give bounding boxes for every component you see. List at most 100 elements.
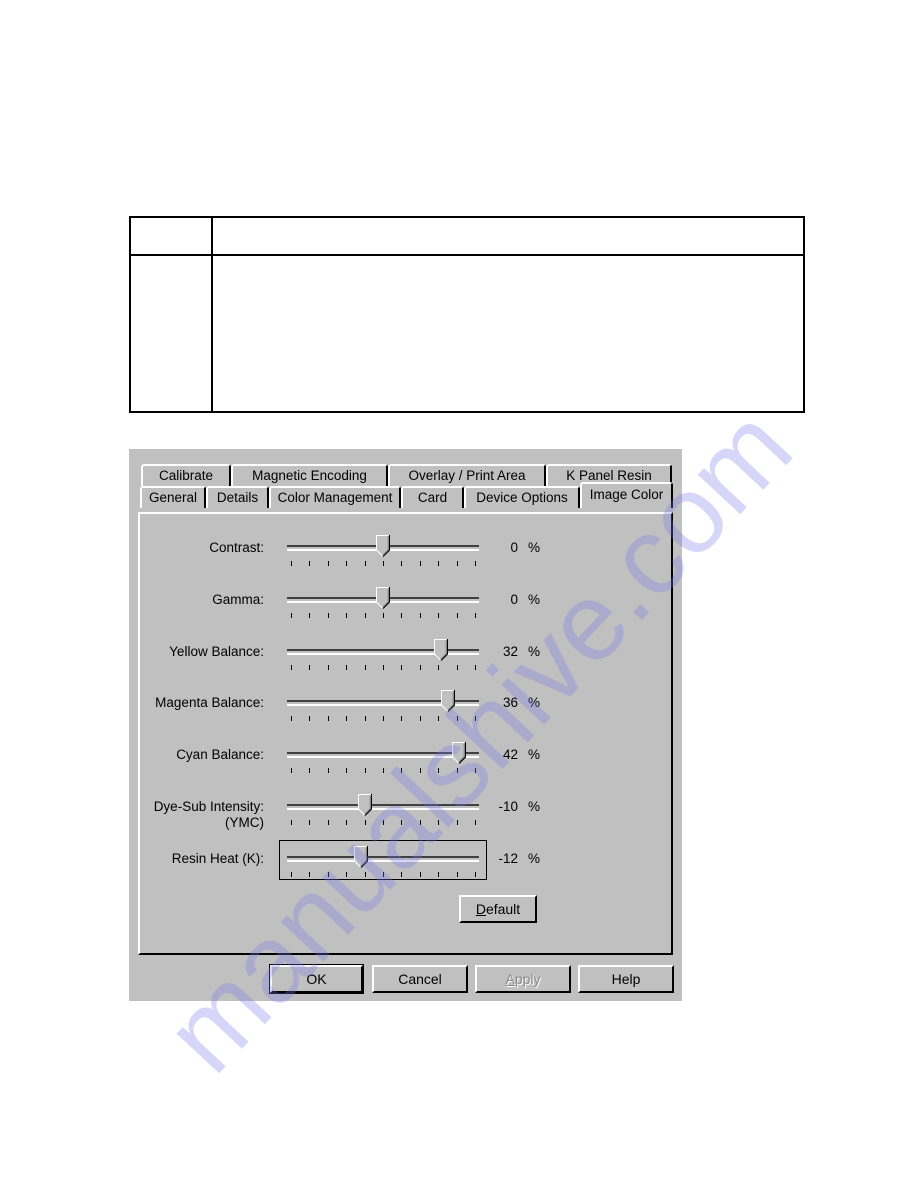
apply-mnemonic: A bbox=[505, 971, 515, 987]
slider-tick bbox=[456, 613, 458, 618]
slider-tick bbox=[309, 716, 311, 721]
slider-tick bbox=[383, 613, 384, 618]
slider-ticks bbox=[291, 665, 476, 671]
slider-row: Dye-Sub Intensity: (YMC) -10% bbox=[140, 794, 671, 839]
slider-control[interactable] bbox=[287, 846, 479, 880]
tab-calibrate[interactable]: Calibrate bbox=[141, 464, 231, 486]
ok-button[interactable]: OK bbox=[269, 964, 364, 994]
slider-tick bbox=[364, 561, 366, 566]
slider-thumb[interactable] bbox=[376, 535, 391, 557]
slider-row: Magenta Balance: 36% bbox=[140, 690, 671, 735]
slider-thumb[interactable] bbox=[433, 639, 448, 661]
slider-track[interactable] bbox=[287, 804, 479, 810]
slider-tick bbox=[419, 716, 421, 721]
slider-value: 0 bbox=[510, 540, 518, 555]
slider-tick bbox=[383, 716, 384, 721]
tab-magnetic-encoding[interactable]: Magnetic Encoding bbox=[231, 464, 388, 486]
slider-tick bbox=[419, 613, 421, 618]
slider-tick bbox=[291, 820, 292, 825]
slider-tick bbox=[383, 820, 384, 825]
tab-general[interactable]: General bbox=[140, 486, 206, 508]
slider-thumb[interactable] bbox=[376, 587, 391, 609]
slider-tick bbox=[383, 872, 384, 877]
slider-row: Contrast: 0% bbox=[140, 535, 671, 580]
slider-label: Gamma: bbox=[212, 592, 264, 607]
slider-tick bbox=[401, 716, 403, 721]
slider-tick bbox=[419, 820, 421, 825]
slider-tick bbox=[346, 665, 348, 670]
slider-unit: % bbox=[528, 644, 541, 659]
slider-tick bbox=[291, 872, 292, 877]
slider-control[interactable] bbox=[287, 742, 479, 776]
default-button[interactable]: Default bbox=[459, 895, 537, 923]
slider-control[interactable] bbox=[287, 690, 479, 724]
slider-tick bbox=[419, 665, 421, 670]
slider-track[interactable] bbox=[287, 752, 479, 758]
slider-value: -10 bbox=[498, 799, 518, 814]
slider-tick bbox=[475, 872, 476, 877]
slider-tick bbox=[309, 561, 311, 566]
slider-unit: % bbox=[528, 799, 541, 814]
slider-tick bbox=[456, 768, 458, 773]
slider-tick bbox=[456, 716, 458, 721]
slider-label: Dye-Sub Intensity: bbox=[153, 799, 264, 814]
slider-tick bbox=[438, 716, 440, 721]
slider-tick bbox=[475, 613, 476, 618]
slider-control[interactable] bbox=[287, 587, 479, 621]
slider-tick bbox=[309, 768, 311, 773]
tab-color-management[interactable]: Color Management bbox=[269, 486, 401, 508]
slider-control[interactable] bbox=[287, 794, 479, 828]
tab-card[interactable]: Card bbox=[401, 486, 464, 508]
slider-tick bbox=[327, 872, 329, 877]
slider-tick bbox=[346, 820, 348, 825]
slider-label: Contrast: bbox=[209, 540, 264, 555]
slider-control[interactable] bbox=[287, 639, 479, 673]
tab-device-options[interactable]: Device Options bbox=[464, 486, 580, 508]
slider-tick bbox=[364, 613, 366, 618]
slider-row: Gamma: 0% bbox=[140, 587, 671, 632]
slider-track[interactable] bbox=[287, 649, 479, 655]
tab-details[interactable]: Details bbox=[206, 486, 269, 508]
slider-value: -12 bbox=[498, 851, 518, 866]
slider-tick bbox=[456, 561, 458, 566]
slider-row: Resin Heat (K): -12% bbox=[140, 840, 671, 891]
slider-tick bbox=[364, 820, 366, 825]
slider-thumb[interactable] bbox=[354, 846, 369, 868]
slider-tick bbox=[401, 872, 403, 877]
slider-tick bbox=[383, 561, 384, 566]
slider-control[interactable] bbox=[287, 535, 479, 569]
slider-tick bbox=[401, 665, 403, 670]
slider-ticks bbox=[291, 561, 476, 567]
help-button[interactable]: Help bbox=[578, 965, 674, 993]
slider-tick bbox=[401, 613, 403, 618]
slider-tick bbox=[364, 872, 366, 877]
slider-label: Yellow Balance: bbox=[169, 644, 264, 659]
slider-tick bbox=[401, 820, 403, 825]
slider-tick bbox=[364, 768, 366, 773]
slider-tick bbox=[419, 872, 421, 877]
slider-tick bbox=[346, 872, 348, 877]
tab-overlay-print-area[interactable]: Overlay / Print Area bbox=[388, 464, 546, 486]
apply-button[interactable]: Apply bbox=[475, 965, 571, 993]
tab-image-color[interactable]: Image Color bbox=[580, 482, 673, 508]
slider-tick bbox=[401, 768, 403, 773]
slider-tick bbox=[327, 665, 329, 670]
slider-tick bbox=[383, 768, 384, 773]
cancel-button[interactable]: Cancel bbox=[372, 965, 468, 993]
slider-thumb[interactable] bbox=[358, 794, 373, 816]
slider-tick bbox=[309, 820, 311, 825]
slider-tick bbox=[309, 872, 311, 877]
slider-track[interactable] bbox=[287, 856, 479, 862]
apply-label: pply bbox=[514, 971, 541, 987]
default-label: efault bbox=[485, 901, 521, 917]
document-table bbox=[129, 216, 805, 413]
slider-unit: % bbox=[528, 747, 541, 762]
slider-tick bbox=[475, 665, 476, 670]
slider-thumb[interactable] bbox=[451, 742, 466, 764]
slider-tick bbox=[346, 716, 348, 721]
printer-properties-dialog: Calibrate Magnetic Encoding Overlay / Pr… bbox=[129, 449, 682, 1001]
slider-row: Yellow Balance: 32% bbox=[140, 639, 671, 684]
slider-ticks bbox=[291, 768, 476, 774]
slider-value: 42 bbox=[502, 747, 518, 762]
slider-thumb[interactable] bbox=[440, 690, 455, 712]
